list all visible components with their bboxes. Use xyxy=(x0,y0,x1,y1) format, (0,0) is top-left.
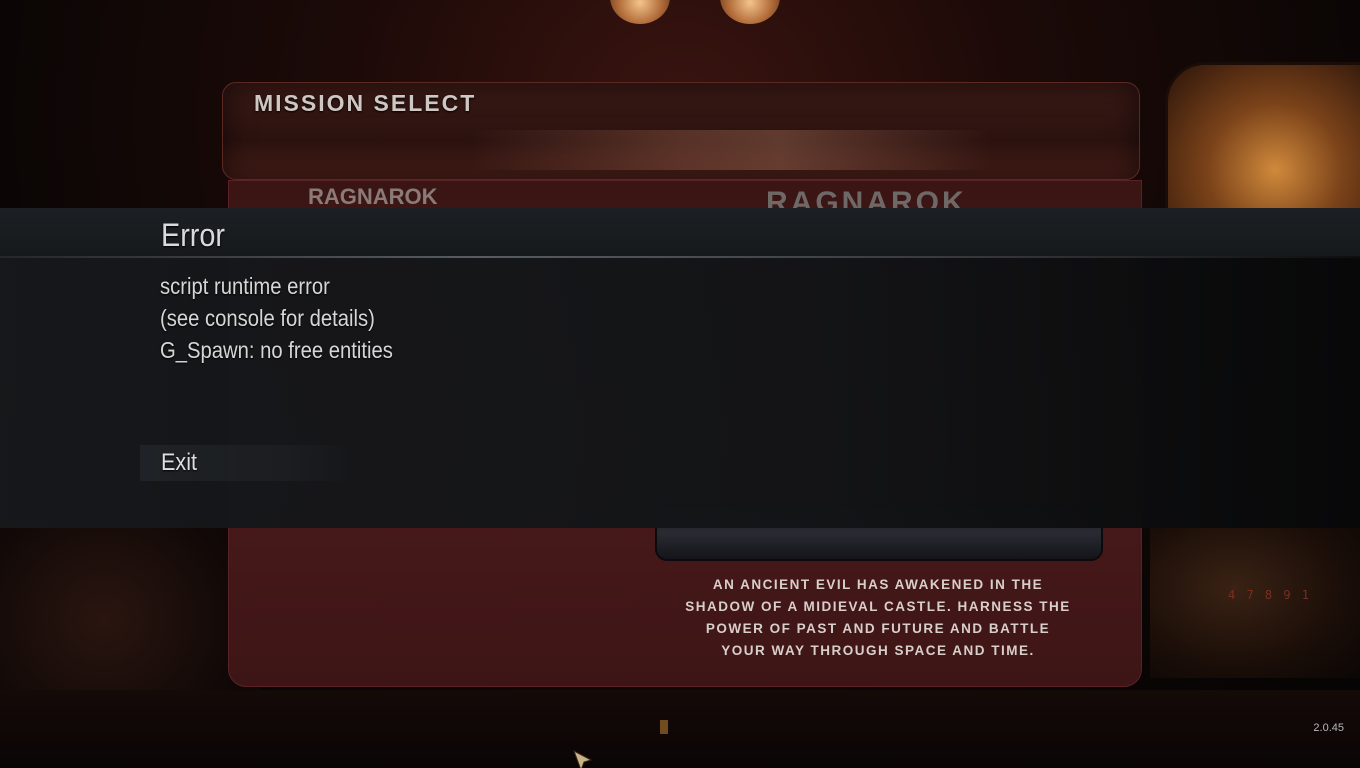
error-dialog-header: Error xyxy=(0,208,1360,256)
error-dialog-divider xyxy=(0,256,1360,258)
mission-description-line: YOUR WAY THROUGH SPACE AND TIME. xyxy=(721,643,1035,658)
ceiling-lamp-left xyxy=(610,0,670,24)
mission-description-line: SHADOW OF A MIDIEVAL CASTLE. HARNESS THE xyxy=(685,599,1071,614)
mission-select-title: MISSION SELECT xyxy=(254,90,477,116)
exit-button-label: Exit xyxy=(161,449,198,476)
mission-description-line: POWER OF PAST AND FUTURE AND BATTLE xyxy=(705,621,1051,636)
arrow-cursor-icon xyxy=(573,749,595,768)
floor-light xyxy=(660,720,668,734)
error-message-line: script runtime error xyxy=(160,273,330,299)
mission-description-line: AN ANCIENT EVIL HAS AWAKENED IN THE xyxy=(712,577,1044,592)
exit-button[interactable]: Exit xyxy=(140,445,350,481)
error-message-line: G_Spawn: no free entities xyxy=(160,337,393,363)
background-window xyxy=(1165,62,1360,218)
header-panel-highlight xyxy=(470,130,990,170)
error-message: script runtime error (see console for de… xyxy=(160,270,425,366)
error-message-line: (see console for details) xyxy=(160,305,375,331)
error-dialog-title: Error xyxy=(161,217,225,253)
ceiling-lamp-right xyxy=(720,0,780,24)
error-dialog: Error script runtime error (see console … xyxy=(0,208,1360,528)
background-floor xyxy=(0,690,1360,768)
background-counter: 4 7 8 9 1 xyxy=(1228,588,1312,602)
version-label: 2.0.45 xyxy=(1313,722,1344,734)
background-machine-right xyxy=(1150,528,1360,678)
mission-list-item[interactable]: RAGNAROK xyxy=(308,184,438,210)
game-screen: 4 7 8 9 1 MISSION SELECT RAGNAROK RAGNAR… xyxy=(0,0,1360,768)
mission-description: AN ANCIENT EVIL HAS AWAKENED IN THE SHAD… xyxy=(655,574,1101,662)
